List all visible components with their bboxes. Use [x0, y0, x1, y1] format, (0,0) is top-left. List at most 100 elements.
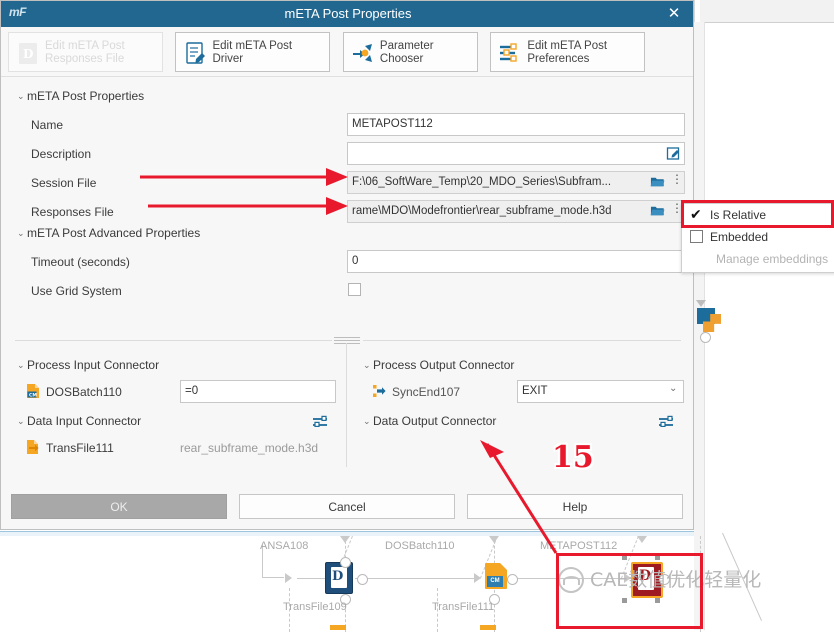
chevron-down-icon[interactable]: ⌄	[17, 416, 27, 427]
modefrontier-logo-icon: mF	[9, 5, 27, 19]
edit-meta-post-preferences-button[interactable]: Edit mETA Post Preferences	[490, 32, 646, 73]
label-description: Description	[31, 147, 92, 161]
wf-edge	[262, 577, 284, 578]
section-meta-post-advanced-properties[interactable]: ⌄ mETA Post Advanced Properties	[17, 226, 200, 240]
section-title: Data Input Connector	[27, 414, 142, 428]
wf-label-ansa108: ANSA108	[260, 540, 309, 552]
batch-file-icon: CM	[25, 383, 41, 399]
dialog-footer: OK Cancel Help	[1, 485, 693, 529]
menu-item-label: Manage embeddings	[716, 252, 829, 266]
wf-port[interactable]	[700, 332, 711, 343]
wf-label-transfile111: TransFile111	[432, 601, 495, 613]
section-title: mETA Post Properties	[27, 89, 145, 103]
wf-arrow-down-icon	[637, 536, 647, 543]
section-title: Process Input Connector	[27, 358, 160, 372]
edit-meta-post-responses-file-button[interactable]: D Edit mETA Post Responses File	[8, 32, 163, 72]
label-name: Name	[31, 118, 64, 132]
timeout-input[interactable]: 0	[347, 250, 685, 273]
section-meta-post-properties[interactable]: ⌄ mETA Post Properties	[17, 89, 144, 103]
svg-text:D: D	[23, 47, 33, 61]
data-input-value: rear_subframe_mode.h3d	[180, 441, 319, 455]
data-input-name: TransFile111	[46, 441, 114, 455]
manage-embeddings-menu-item: Manage embeddings	[682, 248, 834, 270]
menu-item-label: Embedded	[710, 230, 769, 244]
wf-label-dosbatch110: DOSBatch110	[385, 540, 455, 552]
wf-arrow-right-icon	[285, 573, 292, 583]
parameter-arrows-icon	[350, 33, 376, 73]
splitter-grip[interactable]	[334, 337, 360, 344]
wf-arrow-right-icon	[474, 573, 481, 583]
browse-folder-icon[interactable]	[650, 203, 665, 218]
close-icon[interactable]: ✕	[663, 1, 685, 27]
button-label: Edit mETA Post Driver	[212, 40, 293, 65]
wf-label-transfile109: TransFile109	[283, 601, 347, 613]
section-process-output-connector[interactable]: ⌄ Process Output Connector	[363, 358, 514, 372]
splitter-right	[363, 340, 681, 341]
button-label: Parameter Chooser	[379, 40, 434, 65]
process-output-select[interactable]: EXIT	[517, 380, 684, 403]
chevron-down-icon[interactable]: ⌄	[17, 91, 27, 102]
parameter-chooser-button[interactable]: Parameter Chooser	[342, 32, 478, 73]
column-divider	[346, 343, 347, 467]
sliders-icon	[497, 33, 523, 73]
ok-button[interactable]: OK	[11, 494, 227, 519]
meta-post-document-icon: D	[15, 33, 41, 73]
label-session-file: Session File	[31, 176, 97, 190]
wf-port[interactable]	[357, 574, 368, 585]
checkbox-icon[interactable]	[690, 230, 703, 243]
embedded-menu-item[interactable]: Embedded	[682, 226, 834, 248]
wf-port[interactable]	[340, 557, 351, 568]
responses-file-input[interactable]: rame\MDO\Modefrontier\rear_subframe_mode…	[347, 200, 685, 223]
sync-end-icon	[371, 383, 387, 399]
wf-edge	[355, 578, 477, 579]
use-grid-system-checkbox[interactable]	[348, 283, 361, 296]
process-output-name: SyncEnd107	[392, 385, 461, 399]
help-button[interactable]: Help	[467, 494, 683, 519]
label-timeout: Timeout (seconds)	[31, 255, 130, 269]
chevron-down-icon[interactable]: ⌄	[17, 360, 27, 371]
session-file-input[interactable]: F:\06_SoftWare_Temp\20_MDO_Series\Subfra…	[347, 171, 685, 194]
chevron-down-icon[interactable]: ⌄	[363, 416, 373, 427]
browse-folder-icon[interactable]	[650, 174, 665, 189]
dialog-content: ⌄ mETA Post Properties Name METAPOST112 D…	[1, 77, 693, 485]
session-file-menu-icon[interactable]: ⋮	[671, 173, 683, 185]
dialog-title: mETA Post Properties	[284, 6, 412, 21]
wf-port[interactable]	[507, 574, 518, 585]
chevron-down-icon[interactable]: ⌄	[363, 360, 373, 371]
section-data-output-connector[interactable]: ⌄ Data Output Connector	[363, 414, 496, 428]
description-input[interactable]	[347, 142, 685, 165]
process-input-name: DOSBatch110	[46, 385, 122, 399]
right-panel-header	[700, 0, 834, 23]
data-output-settings-icon[interactable]	[658, 415, 675, 429]
wf-arrow-down-icon	[696, 300, 706, 307]
cancel-button[interactable]: Cancel	[239, 494, 455, 519]
label-use-grid-system: Use Grid System	[31, 284, 122, 298]
data-input-settings-icon[interactable]	[312, 415, 329, 429]
label-responses-file: Responses File	[31, 205, 114, 219]
name-input[interactable]: METAPOST112	[347, 113, 685, 136]
annotation-step-number: 15	[552, 440, 594, 475]
annotation-highlight-is-relative	[681, 200, 834, 228]
process-input-value[interactable]: =0	[180, 380, 336, 403]
wf-label-metapost112: METAPOST112	[540, 540, 618, 552]
wf-node-stub[interactable]	[480, 625, 496, 630]
transfer-file-icon	[25, 439, 41, 455]
wf-arrow-down-icon	[340, 536, 350, 543]
dialog-toolbar: D Edit mETA Post Responses File Edit mET…	[1, 27, 693, 77]
section-process-input-connector[interactable]: ⌄ Process Input Connector	[17, 358, 159, 372]
chevron-down-icon[interactable]: ⌄	[17, 228, 27, 239]
chevron-down-icon[interactable]: ⌄	[669, 383, 677, 394]
button-label: Edit mETA Post Preferences	[527, 40, 608, 65]
annotation-highlight-metapost-node	[556, 553, 703, 629]
splitter-left	[15, 340, 332, 341]
section-title: Data Output Connector	[373, 414, 497, 428]
button-label: Edit mETA Post Responses File	[45, 40, 125, 65]
dialog-titlebar[interactable]: mETA Post Properties mF ✕	[1, 1, 693, 27]
edit-meta-post-driver-button[interactable]: Edit mETA Post Driver	[175, 32, 331, 72]
wf-node-dosbatch110[interactable]: CM	[485, 563, 507, 589]
section-data-input-connector[interactable]: ⌄ Data Input Connector	[17, 414, 141, 428]
wf-node-stub[interactable]	[330, 625, 346, 630]
svg-text:CM: CM	[29, 392, 37, 398]
section-title: Process Output Connector	[373, 358, 515, 372]
edit-description-icon[interactable]	[666, 146, 681, 161]
